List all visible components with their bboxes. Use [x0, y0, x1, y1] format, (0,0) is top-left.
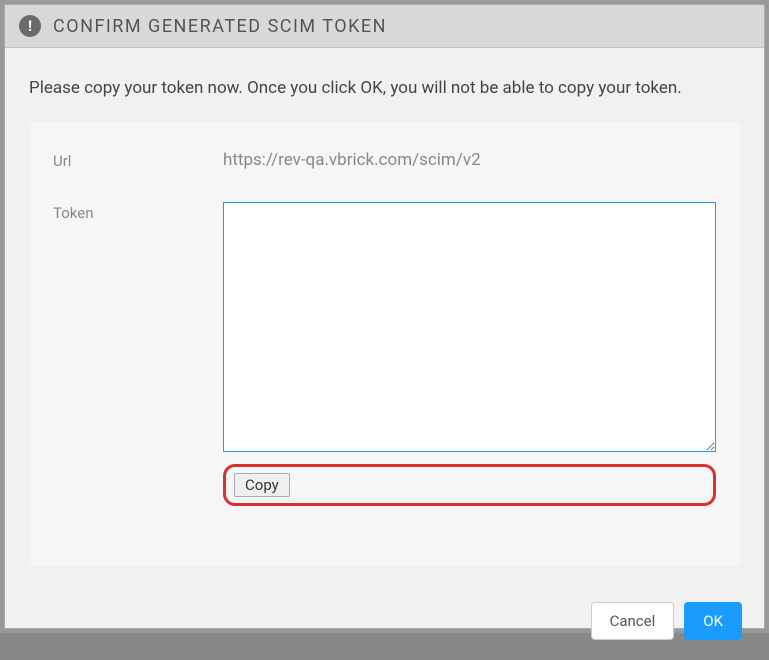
token-area: Copy [223, 202, 716, 506]
cancel-button[interactable]: Cancel [591, 602, 675, 640]
modal-body: Please copy your token now. Once you cli… [5, 48, 764, 586]
modal-header: ! CONFIRM GENERATED SCIM TOKEN [5, 5, 764, 48]
copy-highlight-annotation: Copy [223, 464, 716, 506]
ok-button[interactable]: OK [684, 602, 742, 640]
url-value: https://rev-qa.vbrick.com/scim/v2 [223, 150, 481, 170]
token-textarea[interactable] [223, 202, 716, 452]
alert-icon: ! [19, 15, 41, 37]
content-card: Url https://rev-qa.vbrick.com/scim/v2 To… [29, 122, 740, 566]
token-field-row: Token Copy [53, 202, 716, 506]
modal-title: CONFIRM GENERATED SCIM TOKEN [53, 16, 387, 37]
token-label: Token [53, 202, 223, 222]
confirm-token-modal: ! CONFIRM GENERATED SCIM TOKEN Please co… [4, 4, 765, 629]
instruction-text: Please copy your token now. Once you cli… [29, 78, 740, 98]
url-field-row: Url https://rev-qa.vbrick.com/scim/v2 [53, 150, 716, 170]
url-label: Url [53, 150, 223, 170]
copy-button[interactable]: Copy [234, 473, 290, 497]
modal-footer: Cancel OK [5, 586, 764, 660]
